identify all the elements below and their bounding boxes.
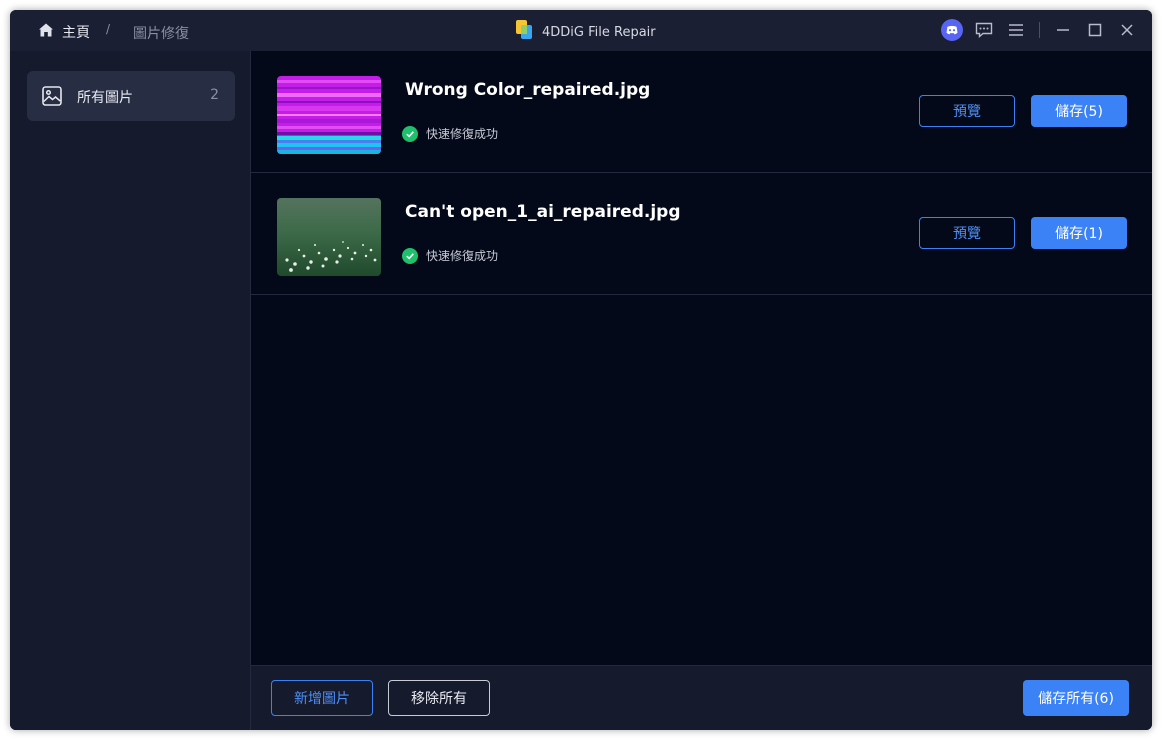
file-row: Can't open_1_ai_repaired.jpg 快速修復成功 預覽 儲…: [251, 173, 1152, 295]
sidebar-item-all-images[interactable]: 所有圖片 2: [27, 71, 235, 121]
preview-button[interactable]: 預覽: [919, 217, 1015, 249]
repair-status-text: 快速修復成功: [426, 249, 499, 263]
file-thumbnail[interactable]: [277, 198, 381, 276]
app-logo-icon: [514, 19, 534, 45]
save-button[interactable]: 儲存(5): [1031, 95, 1127, 127]
home-icon: [38, 22, 54, 42]
file-row: Wrong Color_repaired.jpg 快速修復成功 預覽 儲存(5): [251, 51, 1152, 173]
close-icon[interactable]: [1116, 18, 1138, 42]
footer-bar: 新增圖片 移除所有 儲存所有(6): [251, 665, 1152, 730]
remove-all-button[interactable]: 移除所有: [388, 680, 490, 716]
sidebar-item-count: 2: [210, 87, 219, 103]
breadcrumb-home[interactable]: 主頁: [38, 22, 90, 42]
app-window: 主頁 / 圖片修復 4DDiG File Repair 所有圖片 2 Wrong…: [10, 10, 1152, 730]
add-images-button[interactable]: 新增圖片: [271, 680, 373, 716]
window-controls: [941, 18, 1138, 42]
success-check-icon: [402, 247, 418, 264]
image-icon: [41, 85, 63, 111]
feedback-icon[interactable]: [973, 18, 995, 42]
repair-status: 快速修復成功: [402, 125, 498, 142]
app-title: 4DDiG File Repair: [514, 19, 656, 45]
success-check-icon: [402, 125, 418, 142]
file-list: Wrong Color_repaired.jpg 快速修復成功 預覽 儲存(5): [251, 51, 1152, 665]
repair-status: 快速修復成功: [402, 247, 498, 264]
repair-status-text: 快速修復成功: [426, 127, 499, 141]
file-name: Wrong Color_repaired.jpg: [405, 80, 651, 100]
title-bar: 主頁 / 圖片修復 4DDiG File Repair: [10, 10, 1152, 51]
save-all-button[interactable]: 儲存所有(6): [1023, 680, 1129, 716]
menu-icon[interactable]: [1005, 18, 1027, 42]
save-button[interactable]: 儲存(1): [1031, 217, 1127, 249]
file-thumbnail[interactable]: [277, 76, 381, 154]
breadcrumb-home-label: 主頁: [62, 25, 90, 41]
sidebar: 所有圖片 2: [10, 51, 251, 730]
breadcrumb-separator: /: [106, 22, 111, 36]
sidebar-item-label: 所有圖片: [77, 90, 133, 106]
minimize-icon[interactable]: [1052, 18, 1074, 42]
app-title-text: 4DDiG File Repair: [542, 24, 656, 40]
breadcrumb-current: 圖片修復: [133, 26, 189, 42]
maximize-icon[interactable]: [1084, 18, 1106, 42]
file-name: Can't open_1_ai_repaired.jpg: [405, 202, 681, 222]
title-bar-divider: [1039, 22, 1040, 38]
discord-icon[interactable]: [941, 18, 963, 42]
preview-button[interactable]: 預覽: [919, 95, 1015, 127]
